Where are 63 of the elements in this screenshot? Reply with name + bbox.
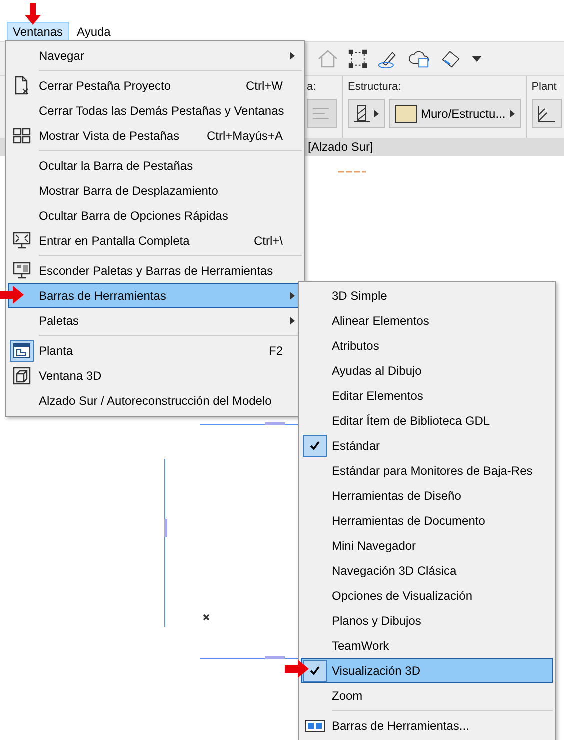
menu-bar-item[interactable]: Ventanas	[7, 22, 70, 41]
menu-item[interactable]: Opciones de Visualización	[301, 583, 553, 608]
monitor-icon	[13, 232, 31, 250]
menu-item[interactable]: Cerrar Pestaña Proyecto Ctrl+W	[8, 73, 302, 98]
toolbar-icon	[305, 720, 325, 732]
eraser-icon[interactable]	[440, 48, 462, 68]
fill-swatch-icon	[395, 104, 417, 122]
menu-item[interactable]: Editar Elementos	[301, 383, 553, 408]
pointer-arrow-icon	[285, 660, 309, 678]
menu-item[interactable]: Visualización 3D	[301, 658, 553, 683]
menu-item[interactable]: Cerrar Todas las Demás Pestañas y Ventanas	[8, 98, 302, 123]
menu-item[interactable]: Mostrar Vista de Pestañas Ctrl+Mayús+A	[8, 123, 302, 148]
menu-item[interactable]: Alzado Sur / Autoreconstrucción del Modelo	[8, 388, 302, 413]
menu-item[interactable]: Herramientas de Documento	[301, 508, 553, 533]
menu-item[interactable]: 3D Simple	[301, 283, 553, 308]
menu-item[interactable]: Planta F2	[8, 338, 302, 363]
pointer-arrow-icon	[25, 3, 41, 25]
dimension-marker	[337, 171, 367, 173]
group-label: Plant	[532, 81, 558, 93]
menu-item[interactable]: Paletas	[8, 308, 302, 333]
group-label: a:	[307, 81, 318, 93]
view-tab[interactable]: [Alzado Sur]	[308, 140, 374, 154]
menu-item[interactable]: Herramientas de Diseño	[301, 483, 553, 508]
menu-item[interactable]: Atributos	[301, 333, 553, 358]
menu-item[interactable]: Estándar para Monitores de Baja-Res	[301, 458, 553, 483]
floor-plan-button[interactable]	[532, 99, 562, 128]
menu-item[interactable]: Ocultar la Barra de Pestañas	[8, 153, 302, 178]
menu-item[interactable]: Ayudas al Dibujo	[301, 358, 553, 383]
monitor-icon	[13, 262, 31, 280]
menu-item[interactable]: TeamWork	[301, 633, 553, 658]
menu-item[interactable]: Planos y Dibujos	[301, 608, 553, 633]
menu-item[interactable]: Barras de Herramientas...	[301, 713, 553, 738]
caret-icon	[510, 110, 515, 118]
pointer-arrow-icon	[0, 286, 24, 304]
lines-icon	[313, 108, 331, 120]
cross-icon	[203, 614, 210, 621]
menu-item[interactable]: Entrar en Pantalla Completa Ctrl+\	[8, 228, 302, 253]
hatch-icon	[538, 104, 556, 122]
menu-bar-item[interactable]: Ayuda	[71, 22, 117, 41]
menu-item[interactable]: Alinear Elementos	[301, 308, 553, 333]
floor-plan-icon	[13, 342, 31, 358]
menu-item[interactable]: Estándar	[301, 433, 553, 458]
grid-icon	[13, 128, 31, 144]
structure-button[interactable]	[348, 99, 385, 128]
menu-item[interactable]: Mostrar Barra de Desplazamiento	[8, 178, 302, 203]
checkmark-icon	[310, 666, 320, 675]
composite-button[interactable]: Muro/Estructu...	[389, 99, 521, 128]
selection-icon[interactable]	[348, 48, 368, 68]
caret-icon	[374, 110, 379, 118]
dropdown-caret-icon[interactable]	[472, 56, 482, 62]
wall-icon	[354, 104, 370, 122]
checkmark-icon	[310, 441, 320, 450]
menu-item[interactable]: Navegación 3D Clásica	[301, 558, 553, 583]
menu-item[interactable]: Esconder Paletas y Barras de Herramientas	[8, 258, 302, 283]
menu-item[interactable]: Ventana 3D	[8, 363, 302, 388]
menu-item[interactable]: Ocultar Barra de Opciones Rápidas	[8, 203, 302, 228]
group-label: Estructura:	[348, 81, 402, 93]
menu-item[interactable]: Zoom	[301, 683, 553, 708]
cube-icon	[13, 366, 31, 384]
menu-item[interactable]: Mini Navegador	[301, 533, 553, 558]
cloud-icon[interactable]	[408, 48, 430, 68]
document-close-icon	[14, 76, 30, 96]
menu-item[interactable]: Editar Ítem de Biblioteca GDL	[301, 408, 553, 433]
